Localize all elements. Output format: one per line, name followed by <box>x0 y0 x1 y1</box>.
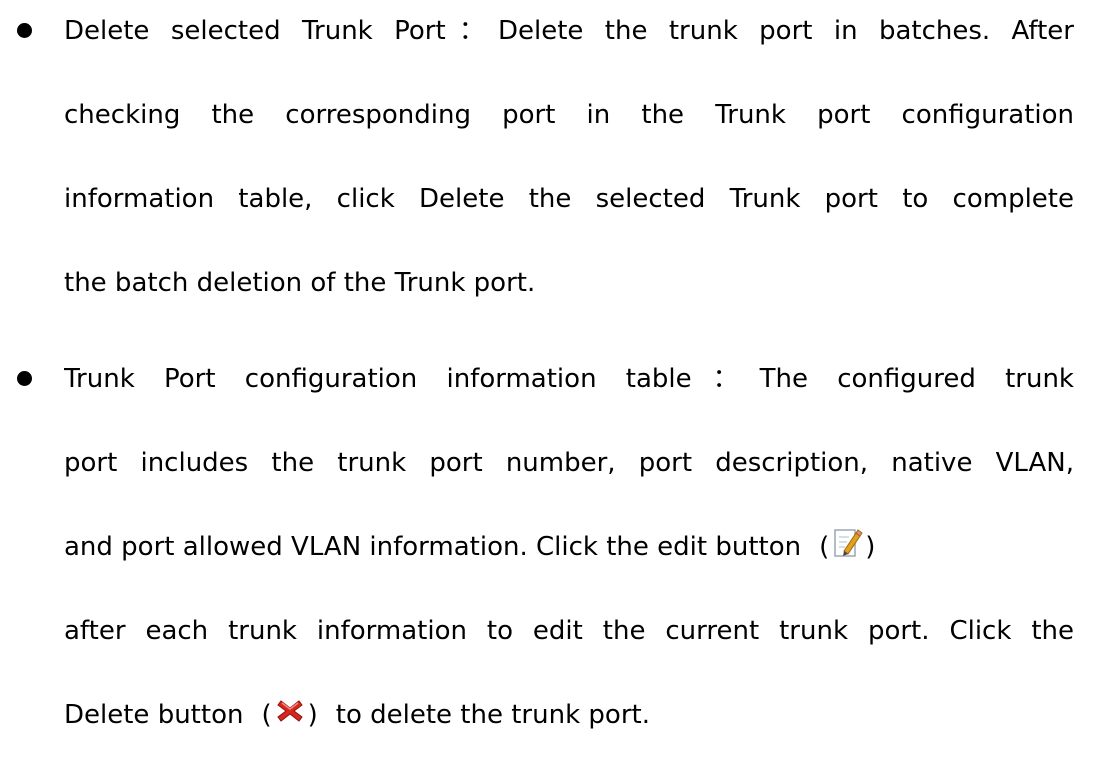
paragraph-line: checking the corresponding port in the T… <box>64 100 1074 130</box>
paragraph-line: after each trunk information to edit the… <box>64 616 1074 646</box>
paragraph-line: Trunk Port configuration information tab… <box>64 352 1074 406</box>
paren-close: ) <box>307 700 318 730</box>
paragraph-line: and port allowed VLAN information. Click… <box>64 520 1074 574</box>
heading-separator: ： <box>691 364 760 394</box>
paren-close: ) <box>865 532 876 562</box>
bullet-dot <box>17 23 32 38</box>
paragraph-line: Delete button () to delete the trunk port. <box>64 688 1074 742</box>
edit-pencil-icon <box>831 524 863 557</box>
paragraph-text: The configured trunk <box>759 364 1074 394</box>
paren-open: ( <box>819 532 830 562</box>
paragraph-line: Delete selected Trunk Port：Delete the tr… <box>64 4 1074 58</box>
document-page: Delete selected Trunk Port：Delete the tr… <box>0 0 1096 760</box>
paragraph-text: Delete button <box>64 700 244 730</box>
paragraph-text: and port allowed VLAN information. Click… <box>64 532 802 562</box>
paragraph-text: Delete the trunk port in batches. After <box>497 16 1074 46</box>
bullet-dot <box>17 371 32 386</box>
paragraph-line: port includes the trunk port number, por… <box>64 448 1074 478</box>
red-x-delete-icon <box>274 692 306 724</box>
paragraph-line: the batch deletion of the Trunk port. <box>64 268 536 298</box>
paragraph-text: to delete the trunk port. <box>335 700 650 730</box>
bullet-heading: Delete selected Trunk Port <box>64 16 446 46</box>
heading-separator: ： <box>445 16 498 46</box>
bullet-heading: Trunk Port configuration information tab… <box>64 364 692 394</box>
paren-open: ( <box>261 700 272 730</box>
paragraph-line: information table, click Delete the sele… <box>64 184 1074 214</box>
